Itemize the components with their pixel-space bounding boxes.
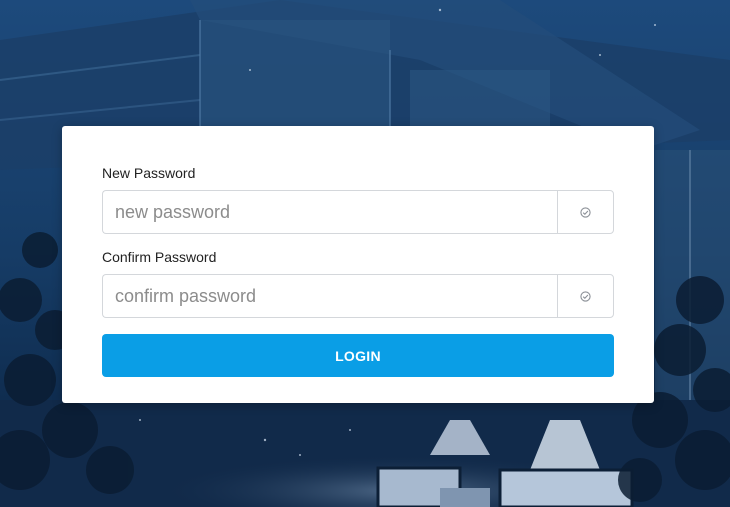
new-password-input[interactable] <box>102 190 557 234</box>
confirm-password-input[interactable] <box>102 274 557 318</box>
new-password-group <box>102 190 614 234</box>
check-circle-icon <box>580 290 591 302</box>
login-button[interactable]: LOGIN <box>102 334 614 377</box>
confirm-password-group <box>102 274 614 318</box>
confirm-password-label: Confirm Password <box>102 249 217 265</box>
new-password-addon <box>557 190 614 234</box>
new-password-label: New Password <box>102 165 196 181</box>
confirm-password-addon <box>557 274 614 318</box>
password-reset-card: New Password Confirm Password LOGIN <box>62 126 654 403</box>
check-circle-icon <box>580 206 591 218</box>
